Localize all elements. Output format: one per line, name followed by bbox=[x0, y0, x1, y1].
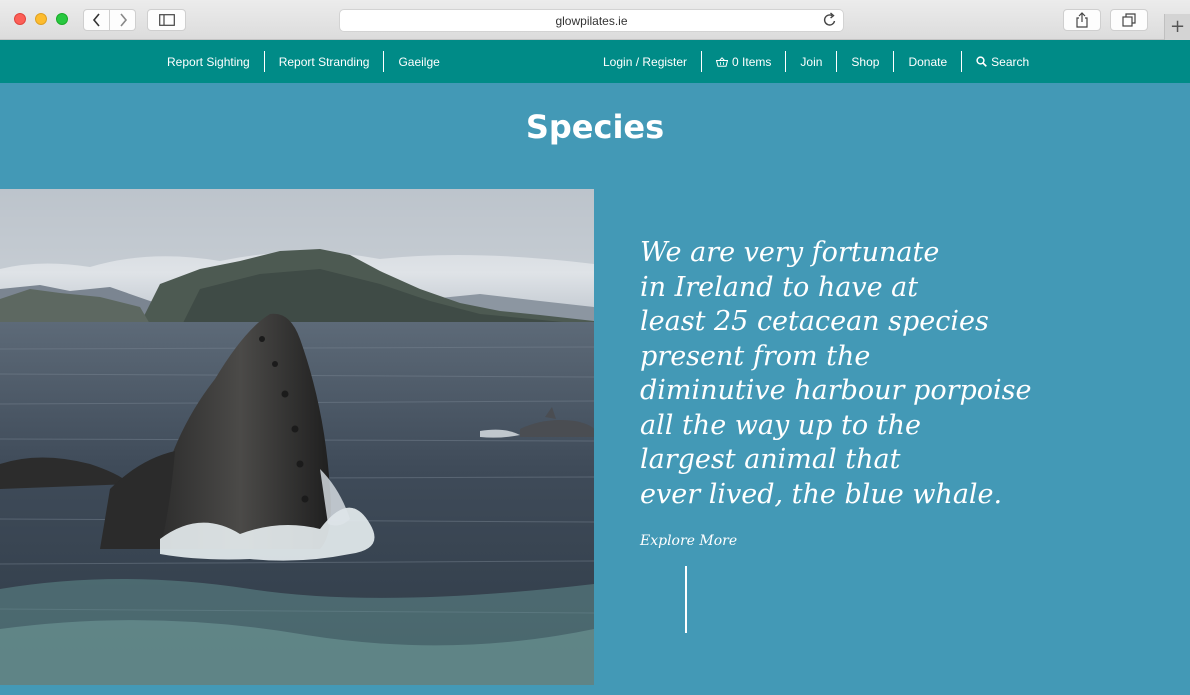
intro-text: We are very fortunate in Ireland to have… bbox=[640, 236, 1040, 512]
nav-report-stranding[interactable]: Report Stranding bbox=[263, 51, 384, 72]
minimize-window-button[interactable] bbox=[35, 13, 47, 25]
nav-gaeilge[interactable]: Gaeilge bbox=[383, 51, 453, 72]
chevron-left-icon bbox=[92, 13, 100, 27]
intro-line: largest animal that bbox=[640, 444, 901, 475]
reload-icon bbox=[823, 12, 836, 26]
back-button[interactable] bbox=[83, 9, 110, 31]
browser-toolbar: glowpilates.ie + bbox=[0, 0, 1190, 40]
search-icon bbox=[976, 56, 988, 67]
share-button[interactable] bbox=[1063, 9, 1101, 31]
sidebar-icon bbox=[158, 14, 175, 26]
zoom-window-button[interactable] bbox=[56, 13, 68, 25]
close-window-button[interactable] bbox=[14, 13, 26, 25]
search-label: Search bbox=[991, 54, 1030, 69]
share-icon bbox=[1076, 12, 1088, 28]
humpback-whale-photo bbox=[0, 189, 594, 685]
explore-more-link[interactable]: Explore More bbox=[640, 533, 737, 549]
nav-cart[interactable]: 0 Items bbox=[701, 51, 785, 72]
nav-donate[interactable]: Donate bbox=[893, 51, 961, 72]
chevron-right-icon bbox=[119, 13, 127, 27]
intro-line: all the way up to the bbox=[640, 409, 921, 441]
nav-report-sighting[interactable]: Report Sighting bbox=[153, 51, 264, 72]
intro-line: We are very fortunate bbox=[640, 237, 940, 268]
intro-line: least 25 cetacean species bbox=[640, 306, 989, 337]
nav-shop[interactable]: Shop bbox=[836, 51, 893, 72]
reload-button[interactable] bbox=[823, 12, 837, 31]
page-title: Species bbox=[525, 108, 665, 146]
top-navigation: Report Sighting Report Stranding Gaeilge… bbox=[0, 40, 1190, 83]
nav-left-group: Report Sighting Report Stranding Gaeilge bbox=[153, 40, 454, 83]
show-tabs-button[interactable] bbox=[1110, 9, 1148, 31]
address-bar[interactable]: glowpilates.ie bbox=[339, 9, 844, 32]
intro-line: diminutive harbour porpoise bbox=[640, 375, 1032, 406]
nav-join[interactable]: Join bbox=[785, 51, 836, 72]
basket-icon bbox=[716, 56, 729, 67]
nav-login-register[interactable]: Login / Register bbox=[589, 51, 701, 72]
new-tab-button[interactable]: + bbox=[1164, 14, 1190, 40]
scroll-indicator-line bbox=[685, 566, 687, 633]
intro-line: ever lived, the blue whale. bbox=[640, 478, 1003, 510]
plus-icon: + bbox=[1169, 16, 1186, 37]
intro-line: present from the bbox=[640, 340, 871, 372]
sidebar-toggle-button[interactable] bbox=[147, 9, 186, 31]
cart-label: 0 Items bbox=[732, 54, 772, 69]
nav-search[interactable]: Search bbox=[961, 51, 1043, 72]
tabs-icon bbox=[1122, 13, 1136, 27]
whale-illustration bbox=[0, 189, 594, 685]
nav-right-group: Login / Register 0 Items Join Shop Donat… bbox=[589, 40, 1043, 83]
url-text: glowpilates.ie bbox=[555, 13, 628, 28]
intro-line: in Ireland to have at bbox=[640, 271, 919, 303]
forward-button[interactable] bbox=[110, 9, 136, 31]
